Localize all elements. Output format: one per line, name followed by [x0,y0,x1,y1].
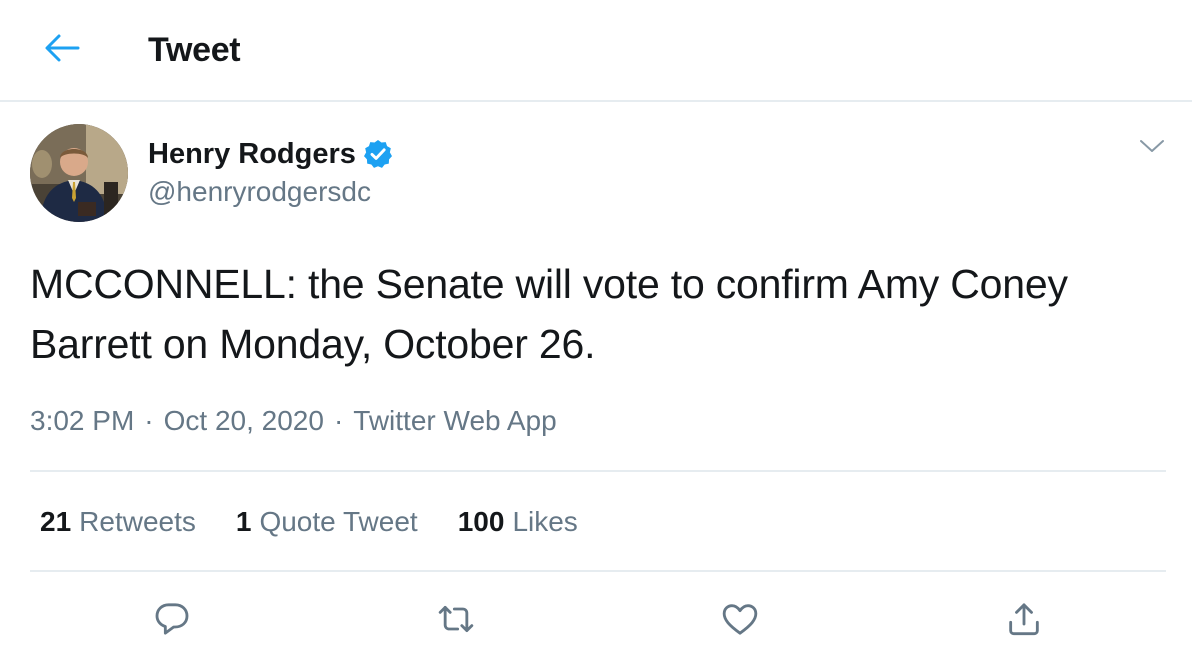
likes-count: 100 [457,506,505,537]
verified-badge-icon [362,138,394,170]
page-title: Tweet [148,31,241,69]
retweets-label: Retweets [79,506,196,537]
retweets-stat[interactable]: 21 Retweets [40,504,196,540]
author-name-row: Henry Rodgers [148,136,394,172]
tweet-source[interactable]: Twitter Web App [353,405,556,436]
divider [30,570,1166,572]
avatar[interactable] [30,124,128,222]
arrow-left-icon [44,33,80,68]
retweets-count: 21 [40,506,72,537]
quote-tweets-stat[interactable]: 1 Quote Tweet [236,504,418,540]
likes-stat[interactable]: 100 Likes [458,504,578,540]
likes-label: Likes [512,506,578,537]
back-button[interactable] [40,30,84,70]
like-button[interactable] [716,598,764,644]
tweet-meta: 3:02 PM · Oct 20, 2020 · Twitter Web App [30,403,557,439]
chevron-down-icon [1139,138,1165,159]
reply-button[interactable] [148,598,196,644]
tweet-date[interactable]: Oct 20, 2020 [164,405,324,436]
tweet-page: Tweet Henry Rodgers @henryrodgersdc MCCO… [0,0,1192,662]
more-options-button[interactable] [1130,130,1174,166]
tweet-time[interactable]: 3:02 PM [30,405,134,436]
share-button[interactable] [1000,598,1048,644]
share-icon [1004,599,1044,644]
quote-tweets-label: Quote Tweet [259,506,418,537]
meta-separator: · [144,405,154,436]
author-name[interactable]: Henry Rodgers [148,136,356,172]
retweet-button[interactable] [432,598,480,644]
retweet-icon [435,599,477,644]
meta-separator: · [333,405,344,436]
tweet-stats: 21 Retweets 1 Quote Tweet 100 Likes [40,504,578,540]
quote-tweets-count: 1 [235,506,252,537]
header-bar: Tweet [0,0,1192,102]
heart-icon [719,599,761,644]
tweet-text: MCCONNELL: the Senate will vote to confi… [30,261,1068,367]
divider [30,470,1166,472]
author-handle[interactable]: @henryrodgersdc [148,175,371,209]
reply-icon [152,599,192,644]
